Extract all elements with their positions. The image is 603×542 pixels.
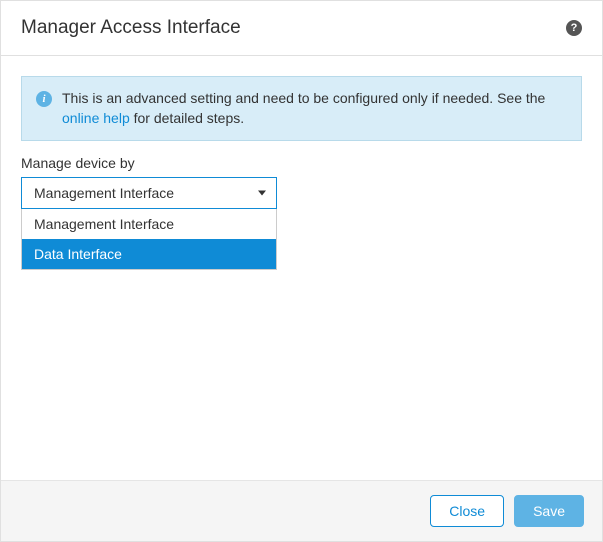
- info-icon: i: [36, 91, 52, 107]
- dropdown-option[interactable]: Management Interface: [22, 209, 276, 239]
- online-help-link[interactable]: online help: [62, 110, 130, 126]
- info-text: This is an advanced setting and need to …: [62, 89, 567, 128]
- save-button[interactable]: Save: [514, 495, 584, 527]
- modal-body: i This is an advanced setting and need t…: [1, 56, 602, 480]
- modal-title: Manager Access Interface: [21, 17, 241, 39]
- manage-device-label: Manage device by: [21, 155, 582, 171]
- info-text-before: This is an advanced setting and need to …: [62, 90, 545, 106]
- modal-footer: Close Save: [1, 480, 602, 541]
- manage-device-select-button[interactable]: Management Interface: [21, 177, 277, 209]
- manage-device-dropdown: Management InterfaceData Interface: [21, 209, 277, 270]
- help-icon[interactable]: ?: [566, 20, 582, 36]
- manage-device-select: Management Interface Management Interfac…: [21, 177, 277, 209]
- manager-access-modal: Manager Access Interface ? i This is an …: [0, 0, 603, 542]
- chevron-down-icon: [258, 191, 266, 196]
- modal-header: Manager Access Interface ?: [1, 1, 602, 56]
- info-banner: i This is an advanced setting and need t…: [21, 76, 582, 141]
- info-text-after: for detailed steps.: [130, 110, 244, 126]
- dropdown-option[interactable]: Data Interface: [22, 239, 276, 269]
- select-value: Management Interface: [34, 185, 174, 201]
- close-button[interactable]: Close: [430, 495, 504, 527]
